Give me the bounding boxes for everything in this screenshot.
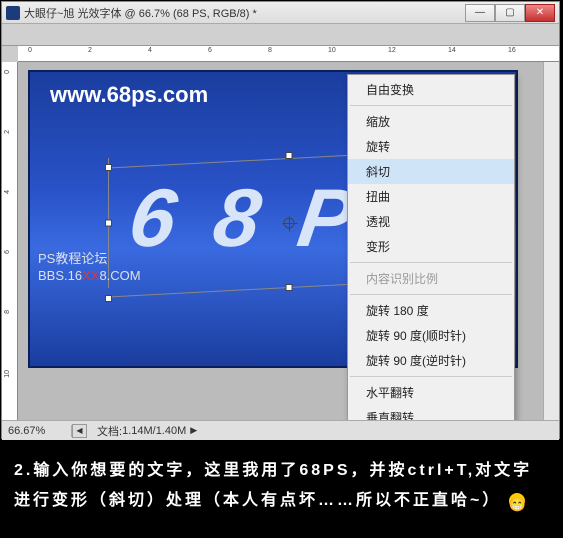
options-bar [2,24,559,46]
window-title: 大眼仔~旭 光效字体 @ 66.7% (68 PS, RGB/8) * [24,5,465,21]
menu-rotate[interactable]: 旋转 [348,134,514,159]
transform-handle[interactable] [105,295,112,302]
transform-handle[interactable] [286,152,293,159]
scroll-left-icon[interactable]: ◀ [72,424,87,438]
watermark-forum: PS教程论坛 [38,248,107,267]
menu-perspective[interactable]: 透视 [348,209,514,234]
document-info: 文档: 1.14M/1.40M ▶ [87,423,211,439]
ps-icon [6,6,20,20]
transform-handle[interactable] [105,220,112,227]
transform-handle[interactable] [105,164,112,171]
chevron-right-icon[interactable]: ▶ [190,425,197,436]
menu-free-transform[interactable]: 自由变换 [348,77,514,102]
status-bar: 66.67% ◀ 文档: 1.14M/1.40M ▶ [2,420,559,440]
scrollbar-vertical[interactable] [543,62,559,420]
menu-rotate-180[interactable]: 旋转 180 度 [348,298,514,323]
watermark-url: www.68ps.com [50,82,208,108]
menu-flip-horizontal[interactable]: 水平翻转 [348,380,514,405]
menu-warp[interactable]: 变形 [348,234,514,259]
maximize-button[interactable]: ▢ [495,4,525,22]
menu-distort[interactable]: 扭曲 [348,184,514,209]
zoom-level[interactable]: 66.67% [2,425,72,437]
watermark-site: BBS.16XX8.COM [38,268,141,283]
menu-separator [350,105,512,106]
canvas-area[interactable]: www.68ps.com 6 8 P PS教程 [18,62,543,420]
window-controls: — ▢ ✕ [465,4,555,22]
close-button[interactable]: ✕ [525,4,555,22]
menu-separator [350,262,512,263]
minimize-button[interactable]: — [465,4,495,22]
menu-rotate-90cw[interactable]: 旋转 90 度(顺时针) [348,323,514,348]
menu-scale[interactable]: 缩放 [348,109,514,134]
ruler-horizontal: 0 2 4 6 8 10 12 14 16 [18,46,559,62]
ruler-vertical: 0 2 4 6 8 10 [2,62,18,420]
photoshop-window: 大眼仔~旭 光效字体 @ 66.7% (68 PS, RGB/8) * — ▢ … [1,1,560,439]
menu-skew[interactable]: 斜切 [348,159,514,184]
menu-separator [350,376,512,377]
menu-flip-vertical[interactable]: 垂直翻转 [348,405,514,420]
title-bar: 大眼仔~旭 光效字体 @ 66.7% (68 PS, RGB/8) * — ▢ … [2,2,559,24]
grin-emoji [509,493,525,509]
tutorial-instruction: 2.输入你想要的文字，这里我用了68PS，并按ctrl+T,对文字进行变形（斜切… [0,440,563,533]
transform-context-menu: 自由变换 缩放 旋转 斜切 扭曲 透视 变形 内容识别比例 旋转 180 度 旋… [347,74,515,420]
transform-center[interactable] [284,218,295,229]
menu-separator [350,294,512,295]
menu-content-aware: 内容识别比例 [348,266,514,291]
work-area: 0 2 4 6 8 10 www.68ps.com 6 8 P [2,62,559,420]
menu-rotate-90ccw[interactable]: 旋转 90 度(逆时针) [348,348,514,373]
transform-handle[interactable] [286,284,293,291]
